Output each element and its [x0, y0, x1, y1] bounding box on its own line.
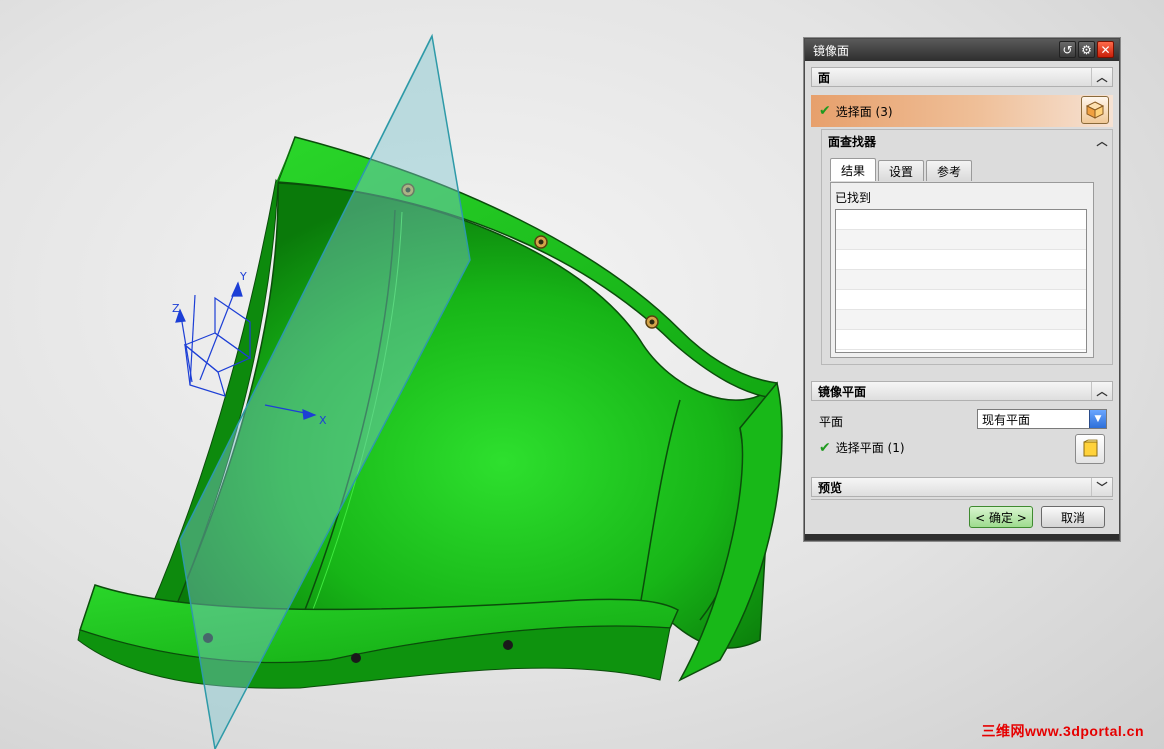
list-item[interactable] [836, 250, 1086, 270]
found-label: 已找到 [835, 191, 872, 205]
dialog-title: 镜像面 [813, 43, 850, 58]
settings-icon[interactable]: ⚙ [1078, 41, 1095, 58]
face-section-header[interactable]: 面 ︿ [811, 67, 1113, 87]
chevron-up-icon[interactable]: ︿ [1091, 68, 1112, 86]
tab-results[interactable]: 结果 [830, 158, 877, 181]
chevron-up-icon[interactable]: ︿ [1091, 382, 1112, 400]
plane-type-value: 现有平面 [982, 412, 1031, 427]
preview-section-title: 预览 [818, 480, 843, 495]
checkmark-icon: ✔ [819, 439, 831, 456]
chevron-down-icon[interactable]: ▼ [1089, 410, 1106, 428]
select-plane-row[interactable]: ✔ 选择平面 (1) [819, 439, 905, 456]
divider [811, 499, 1113, 500]
mirror-plane-section-header[interactable]: 镜像平面 ︿ [811, 381, 1113, 401]
list-item[interactable] [836, 330, 1086, 350]
axis-label-z: Z [172, 302, 180, 315]
list-item[interactable] [836, 270, 1086, 290]
list-item[interactable] [836, 230, 1086, 250]
list-item[interactable] [836, 290, 1086, 310]
found-list[interactable] [835, 209, 1087, 353]
close-icon[interactable]: ✕ [1097, 41, 1114, 58]
plane-type-select[interactable]: 现有平面 ▼ [977, 409, 1107, 429]
plane-icon [1083, 439, 1098, 457]
axis-label-x: X [319, 414, 327, 427]
dialog-bottom-edge [805, 534, 1119, 540]
face-finder-title: 面查找器 [828, 134, 877, 149]
mirror-face-dialog: 镜像面 ↺ ⚙ ✕ 面 ︿ ✔ 选择面 (3) 面查找器 ︿ 结果 设置 参考 [804, 38, 1120, 541]
preview-section-header[interactable]: 预览 ﹀ [811, 477, 1113, 497]
plane-label: 平面 [819, 415, 844, 429]
list-item[interactable] [836, 310, 1086, 330]
reset-icon[interactable]: ↺ [1059, 41, 1076, 58]
face-section-title: 面 [818, 70, 831, 85]
axis-label-y: Y [239, 270, 247, 283]
cancel-button[interactable]: 取消 [1041, 506, 1105, 528]
tab-settings[interactable]: 设置 [878, 160, 925, 181]
mirror-plane-section-title: 镜像平面 [818, 384, 867, 399]
chevron-up-icon[interactable]: ︿ [1092, 132, 1112, 150]
face-finder-tabs: 结果 设置 参考 [830, 158, 974, 181]
dialog-titlebar[interactable]: 镜像面 ↺ ⚙ ✕ [805, 39, 1119, 61]
select-plane-label: 选择平面 (1) [835, 441, 905, 455]
ok-button[interactable]: < 确定 > [969, 506, 1033, 528]
list-item[interactable] [836, 210, 1086, 230]
select-face-row[interactable]: ✔ 选择面 (3) [811, 95, 1113, 127]
results-tab-body: 已找到 [830, 182, 1094, 358]
select-plane-icon-button[interactable] [1075, 434, 1105, 464]
select-face-label: 选择面 (3) [835, 104, 893, 119]
select-face-icon-button[interactable] [1081, 96, 1109, 124]
tab-reference[interactable]: 参考 [926, 160, 973, 181]
checkmark-icon: ✔ [819, 103, 831, 119]
chevron-down-icon[interactable]: ﹀ [1091, 478, 1112, 496]
cube-face-icon [1085, 101, 1105, 119]
face-finder-header[interactable]: 面查找器 ︿ [822, 130, 1112, 152]
watermark: 三维网www.3dportal.cn [981, 723, 1144, 739]
face-finder-panel: 面查找器 ︿ 结果 设置 参考 已找到 [821, 129, 1113, 365]
